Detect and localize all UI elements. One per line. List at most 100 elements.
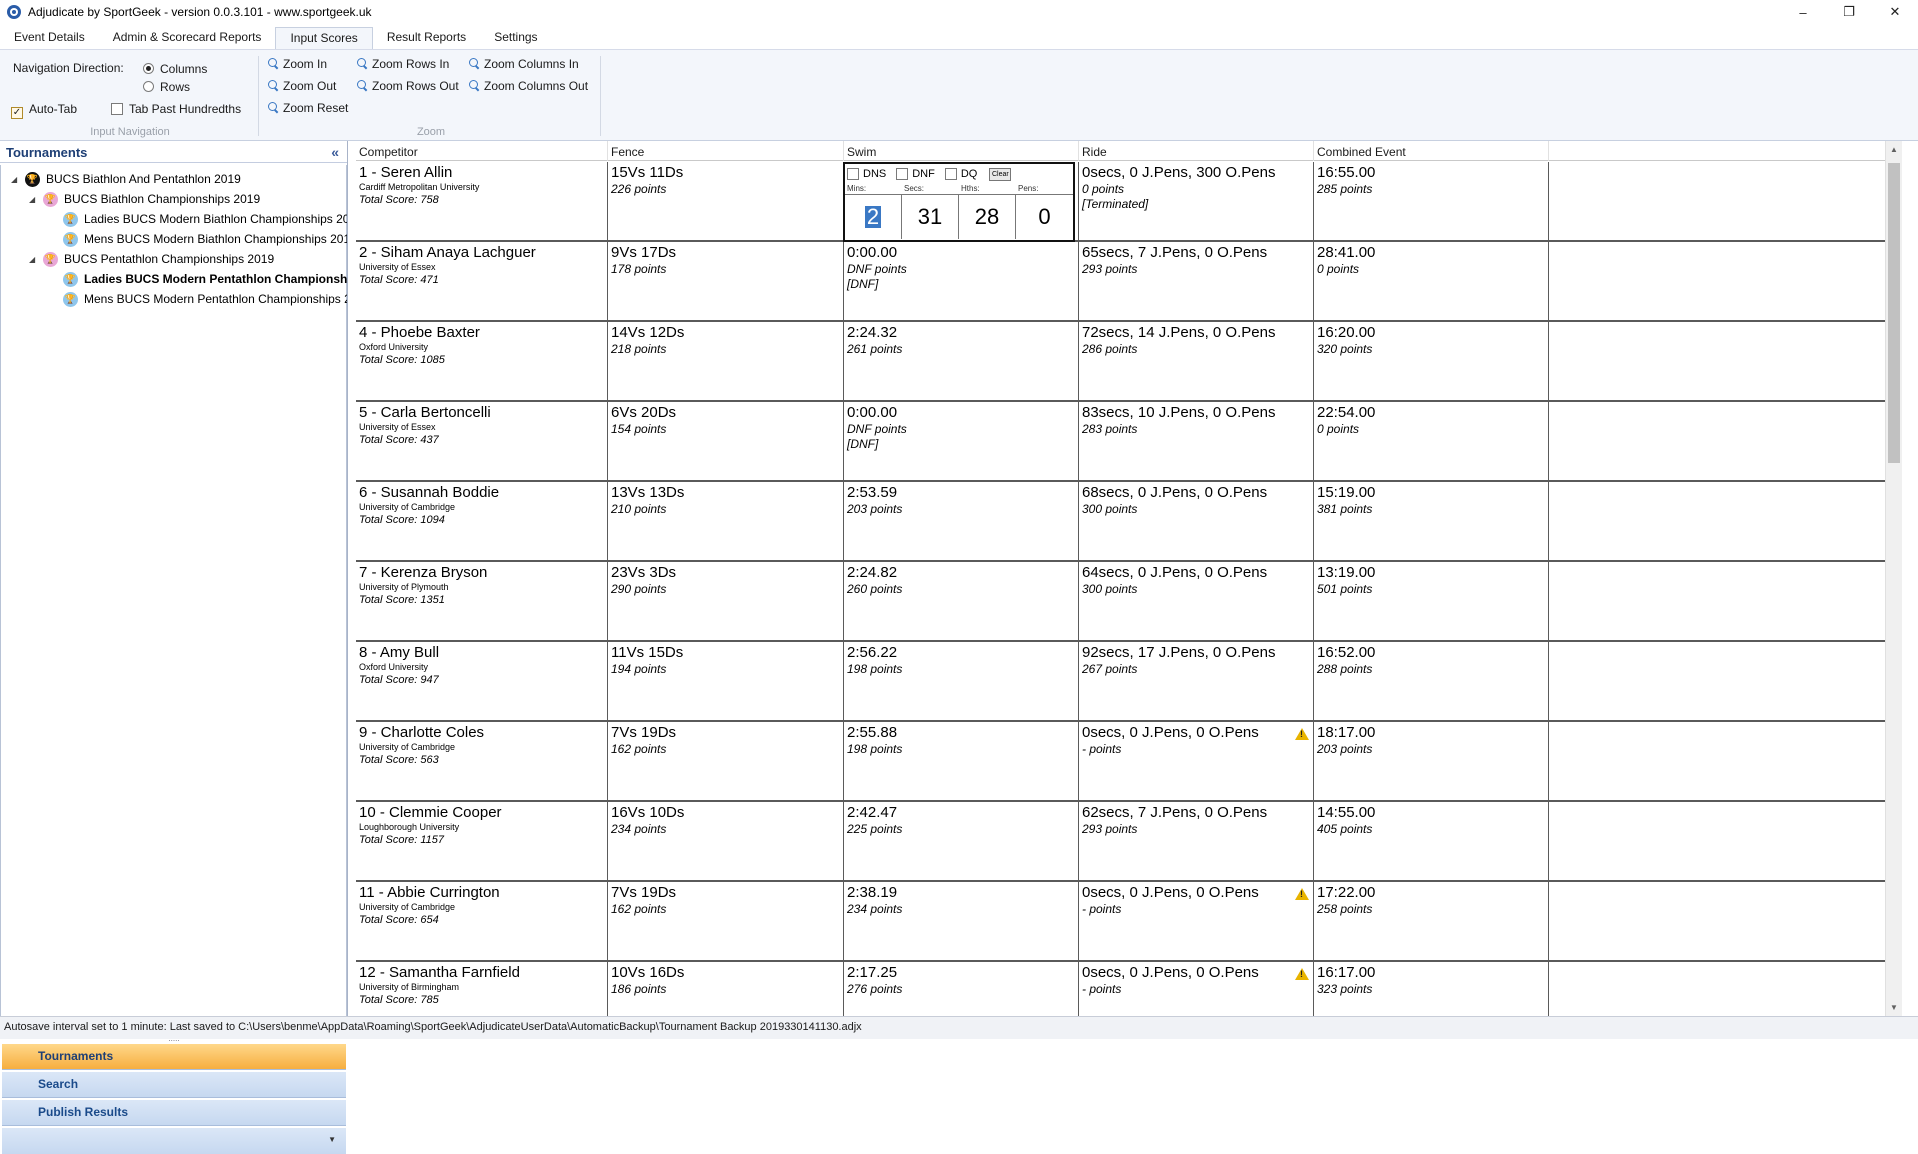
competitor-cell[interactable]: 2 - Siham Anaya Lachguer University of Es… bbox=[356, 242, 608, 320]
nav-publish-results-button[interactable]: Publish Results bbox=[2, 1100, 346, 1126]
swim-cell[interactable]: 2:38.19 234 points bbox=[844, 882, 1079, 960]
scroll-up-icon[interactable]: ▲ bbox=[1886, 141, 1902, 158]
combined-event-cell[interactable]: 16:55.00 285 points bbox=[1314, 162, 1549, 240]
ride-cell[interactable]: 0secs, 0 J.Pens, 300 O.Pens 0 points [Term… bbox=[1079, 162, 1314, 240]
ride-cell[interactable]: 72secs, 14 J.Pens, 0 O.Pens 286 points bbox=[1079, 322, 1314, 400]
zoom-out-button[interactable]: Zoom Out bbox=[268, 79, 336, 93]
fence-cell[interactable]: 16Vs 10Ds 234 points bbox=[608, 802, 844, 880]
tab-event-details[interactable]: Event Details bbox=[0, 27, 99, 49]
competitor-cell[interactable]: 11 - Abbie Currington University of Cambr… bbox=[356, 882, 608, 960]
auto-tab-checkbox[interactable]: ✓ Auto-Tab bbox=[11, 102, 77, 119]
fence-cell[interactable]: 11Vs 15Ds 194 points bbox=[608, 642, 844, 720]
swim-cell[interactable]: 2:56.22 198 points bbox=[844, 642, 1079, 720]
swim-cell[interactable]: 2:17.25 276 points bbox=[844, 962, 1079, 1016]
swim-cell[interactable]: 2:42.47 225 points bbox=[844, 802, 1079, 880]
tree-node[interactable]: 🏆 Mens BUCS Modern Pentathlon Championsh… bbox=[63, 289, 347, 309]
combined-event-cell[interactable]: 16:17.00 323 points bbox=[1314, 962, 1549, 1016]
nav-tournaments-button[interactable]: Tournaments bbox=[2, 1044, 346, 1070]
nav-search-button[interactable]: Search bbox=[2, 1072, 346, 1098]
zoom-columns-out-button[interactable]: Zoom Columns Out bbox=[469, 79, 588, 93]
competitor-cell[interactable]: 12 - Samantha Farnfield University of Bir… bbox=[356, 962, 608, 1016]
nav-overflow-chevron-icon[interactable]: ▼ bbox=[2, 1128, 346, 1154]
mins-input[interactable]: 2 bbox=[845, 195, 902, 239]
combined-event-cell[interactable]: 17:22.00 258 points bbox=[1314, 882, 1549, 960]
fence-cell[interactable]: 13Vs 13Ds 210 points bbox=[608, 482, 844, 560]
ride-cell[interactable]: 64secs, 0 J.Pens, 0 O.Pens 300 points bbox=[1079, 562, 1314, 640]
expand-icon[interactable]: ◢ bbox=[11, 175, 21, 184]
combined-event-cell[interactable]: 28:41.00 0 points bbox=[1314, 242, 1549, 320]
collapse-panel-icon[interactable]: « bbox=[331, 144, 339, 160]
swim-cell[interactable]: 2:24.32 261 points bbox=[844, 322, 1079, 400]
ride-cell[interactable]: 0secs, 0 J.Pens, 0 O.Pens - points bbox=[1079, 962, 1314, 1016]
tree-node[interactable]: ◢ 🏆 BUCS Biathlon Championships 2019 bbox=[29, 189, 260, 209]
fence-cell[interactable]: 23Vs 3Ds 290 points bbox=[608, 562, 844, 640]
fence-cell[interactable]: 10Vs 16Ds 186 points bbox=[608, 962, 844, 1016]
zoom-columns-in-button[interactable]: Zoom Columns In bbox=[469, 57, 579, 71]
clear-button[interactable]: Clear bbox=[989, 167, 1012, 181]
tab-settings[interactable]: Settings bbox=[480, 27, 551, 49]
dns-checkbox[interactable]: DNS bbox=[847, 168, 886, 180]
ride-cell[interactable]: 62secs, 7 J.Pens, 0 O.Pens 293 points bbox=[1079, 802, 1314, 880]
swim-cell[interactable]: 0:00.00 DNF points [DNF] bbox=[844, 242, 1079, 320]
combined-event-cell[interactable]: 13:19.00 501 points bbox=[1314, 562, 1549, 640]
dq-checkbox[interactable]: DQ bbox=[944, 168, 977, 180]
secs-input[interactable]: 31 bbox=[902, 195, 959, 239]
competitor-cell[interactable]: 7 - Kerenza Bryson University of Plymouth… bbox=[356, 562, 608, 640]
tree-node-selected[interactable]: 🏆 Ladies BUCS Modern Pentathlon Champion… bbox=[63, 269, 347, 289]
competitor-cell[interactable]: 10 - Clemmie Cooper Loughborough Universi… bbox=[356, 802, 608, 880]
column-header-fence[interactable]: Fence bbox=[608, 141, 844, 161]
competitor-cell[interactable]: 1 - Seren Allin Cardiff Metropolitan Univ… bbox=[356, 162, 608, 240]
tab-input-scores[interactable]: Input Scores bbox=[275, 27, 373, 49]
fence-cell[interactable]: 9Vs 17Ds 178 points bbox=[608, 242, 844, 320]
competitor-cell[interactable]: 8 - Amy Bull Oxford University Total Score… bbox=[356, 642, 608, 720]
scroll-down-icon[interactable]: ▼ bbox=[1886, 999, 1902, 1016]
expand-icon[interactable]: ◢ bbox=[29, 195, 39, 204]
column-header-ride[interactable]: Ride bbox=[1079, 141, 1314, 161]
combined-event-cell[interactable]: 14:55.00 405 points bbox=[1314, 802, 1549, 880]
swim-cell[interactable]: 0:00.00 DNF points [DNF] bbox=[844, 402, 1079, 480]
tree-node[interactable]: ◢ 🏆 BUCS Pentathlon Championships 2019 bbox=[29, 249, 274, 269]
zoom-in-button[interactable]: Zoom In bbox=[268, 57, 327, 71]
column-header-combined-event[interactable]: Combined Event bbox=[1314, 141, 1549, 161]
close-button[interactable]: ✕ bbox=[1872, 0, 1918, 24]
ride-cell[interactable]: 65secs, 7 J.Pens, 0 O.Pens 293 points bbox=[1079, 242, 1314, 320]
fence-cell[interactable]: 6Vs 20Ds 154 points bbox=[608, 402, 844, 480]
ride-cell[interactable]: 92secs, 17 J.Pens, 0 O.Pens 267 points bbox=[1079, 642, 1314, 720]
tab-result-reports[interactable]: Result Reports bbox=[373, 27, 480, 49]
fence-cell[interactable]: 7Vs 19Ds 162 points bbox=[608, 722, 844, 800]
competitor-cell[interactable]: 5 - Carla Bertoncelli University of Essex… bbox=[356, 402, 608, 480]
combined-event-cell[interactable]: 16:52.00 288 points bbox=[1314, 642, 1549, 720]
restore-button[interactable]: ❐ bbox=[1826, 0, 1872, 24]
tree-node[interactable]: 🏆 Mens BUCS Modern Biathlon Championship… bbox=[63, 229, 347, 249]
tab-admin-scorecard-reports[interactable]: Admin & Scorecard Reports bbox=[99, 27, 276, 49]
column-header-competitor[interactable]: Competitor bbox=[356, 141, 608, 161]
hths-input[interactable]: 28 bbox=[959, 195, 1016, 239]
fence-cell[interactable]: 7Vs 19Ds 162 points bbox=[608, 882, 844, 960]
columns-radio[interactable]: Columns bbox=[143, 62, 207, 76]
combined-event-cell[interactable]: 18:17.00 203 points bbox=[1314, 722, 1549, 800]
ride-cell[interactable]: 0secs, 0 J.Pens, 0 O.Pens - points bbox=[1079, 882, 1314, 960]
combined-event-cell[interactable]: 15:19.00 381 points bbox=[1314, 482, 1549, 560]
swim-cell[interactable]: 2:55.88 198 points bbox=[844, 722, 1079, 800]
ride-cell[interactable]: 83secs, 10 J.Pens, 0 O.Pens 283 points bbox=[1079, 402, 1314, 480]
expand-icon[interactable]: ◢ bbox=[29, 255, 39, 264]
swim-time-editor[interactable]: DNS DNF DQ Clear Mins: Secs: Hths: Pens: 2 31 28 0 bbox=[843, 162, 1075, 242]
tree-node[interactable]: 🏆 Ladies BUCS Modern Biathlon Championsh… bbox=[63, 209, 347, 229]
fence-cell[interactable]: 14Vs 12Ds 218 points bbox=[608, 322, 844, 400]
tab-past-hundredths-checkbox[interactable]: Tab Past Hundredths bbox=[111, 102, 241, 116]
pens-input[interactable]: 0 bbox=[1016, 195, 1073, 239]
ride-cell[interactable]: 0secs, 0 J.Pens, 0 O.Pens - points bbox=[1079, 722, 1314, 800]
combined-event-cell[interactable]: 22:54.00 0 points bbox=[1314, 402, 1549, 480]
zoom-rows-out-button[interactable]: Zoom Rows Out bbox=[357, 79, 459, 93]
competitor-cell[interactable]: 6 - Susannah Boddie University of Cambrid… bbox=[356, 482, 608, 560]
zoom-reset-button[interactable]: Zoom Reset bbox=[268, 101, 348, 115]
tree-node[interactable]: ◢ 🏆 BUCS Biathlon And Pentathlon 2019 bbox=[11, 169, 241, 189]
dnf-checkbox[interactable]: DNF bbox=[896, 168, 935, 180]
fence-cell[interactable]: 15Vs 11Ds 226 points bbox=[608, 162, 844, 240]
combined-event-cell[interactable]: 16:20.00 320 points bbox=[1314, 322, 1549, 400]
scrollbar-thumb[interactable] bbox=[1888, 163, 1900, 463]
ride-cell[interactable]: 68secs, 0 J.Pens, 0 O.Pens 300 points bbox=[1079, 482, 1314, 560]
vertical-scrollbar[interactable]: ▲ ▼ bbox=[1885, 141, 1902, 1016]
rows-radio[interactable]: Rows bbox=[143, 80, 190, 94]
swim-cell[interactable]: 2:53.59 203 points bbox=[844, 482, 1079, 560]
